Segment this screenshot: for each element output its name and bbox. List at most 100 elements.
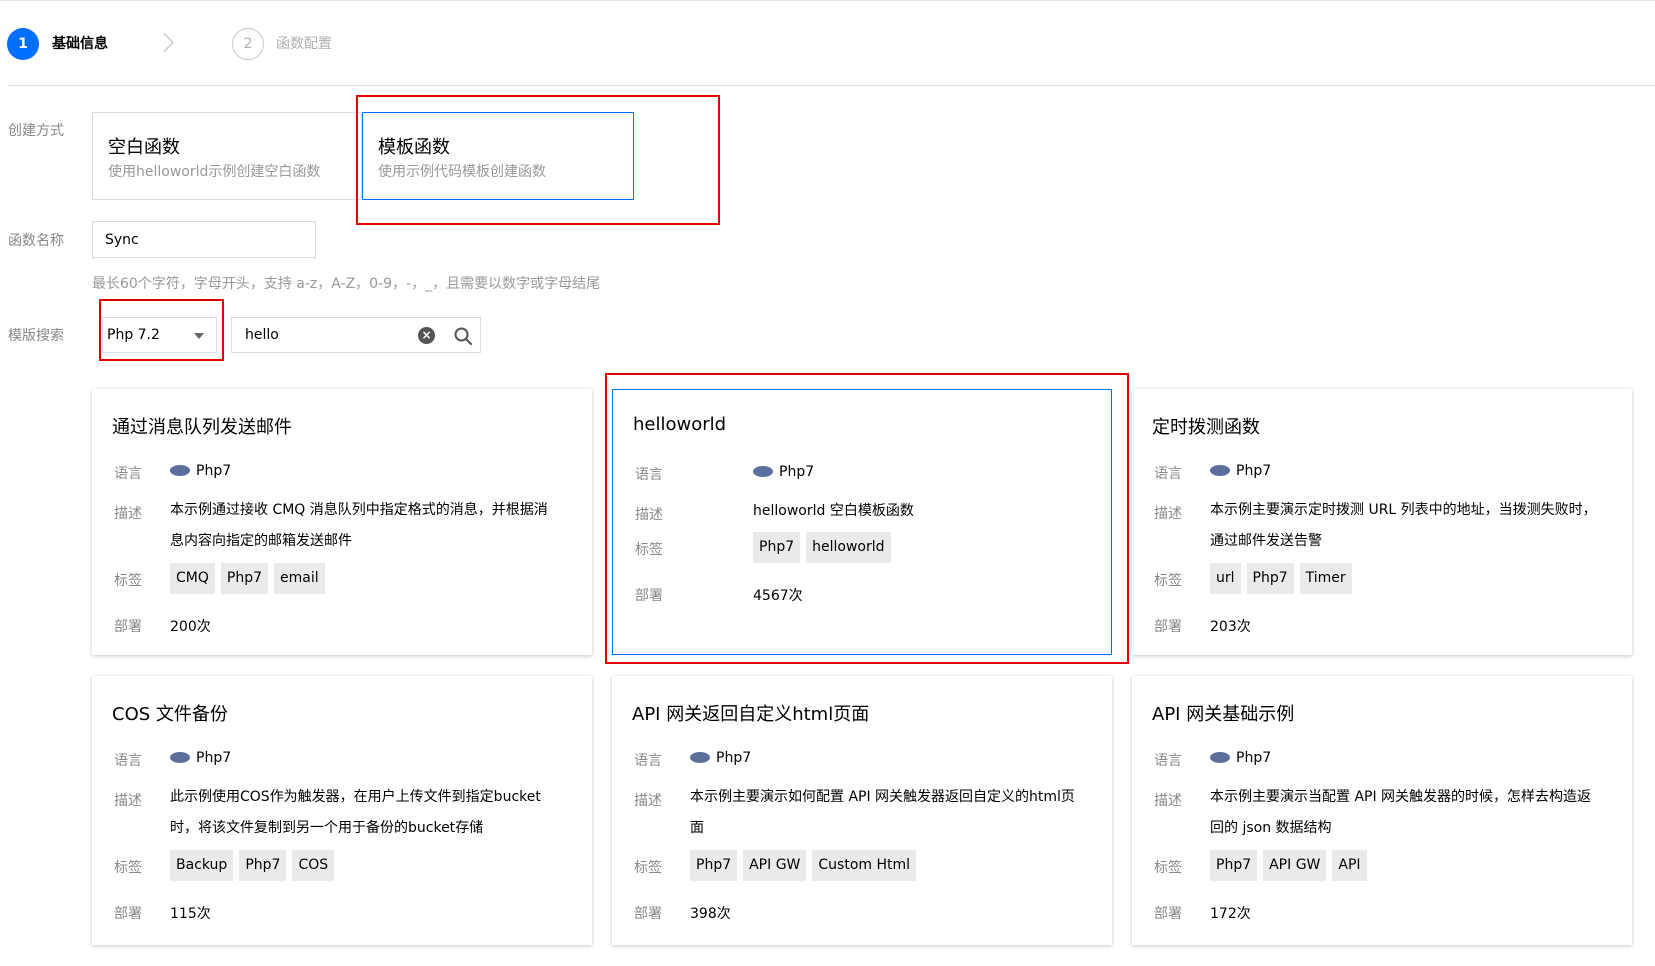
template-title: 定时拨测函数 bbox=[1152, 417, 1260, 438]
runtime-select[interactable]: Php 7.2 bbox=[102, 317, 217, 353]
deploys-label: 部署 bbox=[114, 906, 142, 922]
deploys-value: 203次 bbox=[1210, 619, 1251, 635]
deploys-value: 4567次 bbox=[753, 588, 803, 604]
description-value: helloworld 空白模板函数 bbox=[753, 503, 914, 519]
tags-label: 标签 bbox=[634, 860, 662, 876]
description-label: 描述 bbox=[114, 793, 142, 809]
tag: Php7 bbox=[753, 532, 801, 563]
language-label: 语言 bbox=[114, 466, 142, 482]
steps-divider bbox=[8, 85, 1655, 86]
language-value: Php7 bbox=[170, 463, 231, 479]
template-card[interactable]: 通过消息队列发送邮件 语言 Php7 描述 本示例通过接收 CMQ 消息队列中指定格式的… bbox=[92, 389, 592, 655]
description-label: 描述 bbox=[1154, 793, 1182, 809]
deploys-value: 172次 bbox=[1210, 906, 1251, 922]
function-name-label: 函数名称 bbox=[8, 233, 64, 249]
php-icon bbox=[690, 751, 710, 763]
language-value: Php7 bbox=[170, 750, 231, 766]
tag: Php7 bbox=[1210, 850, 1258, 881]
template-search-label: 模版搜索 bbox=[8, 328, 64, 344]
description-value: 本示例主要演示定时拨测 URL 列表中的地址，当拨测失败时，通过邮件发送告警 bbox=[1210, 502, 1597, 549]
language-text: Php7 bbox=[1236, 750, 1272, 766]
php-icon bbox=[170, 751, 190, 763]
deploys-value: 200次 bbox=[170, 619, 211, 635]
clear-icon[interactable]: × bbox=[418, 327, 435, 344]
template-search-box: × bbox=[231, 317, 481, 353]
language-value: Php7 bbox=[1210, 463, 1271, 479]
description-label: 描述 bbox=[634, 793, 662, 809]
deploys-label: 部署 bbox=[634, 906, 662, 922]
template-card[interactable]: 定时拨测函数 语言 Php7 描述 本示例主要演示定时拨测 URL 列表中的地址，当拨测… bbox=[1132, 389, 1632, 655]
blank-function-title: 空白函数 bbox=[108, 137, 180, 158]
tag: url bbox=[1210, 563, 1241, 594]
tags-label: 标签 bbox=[635, 542, 663, 558]
tag: Timer bbox=[1299, 563, 1352, 594]
template-title: API 网关返回自定义html页面 bbox=[632, 704, 870, 725]
description-value: 此示例使用COS作为触发器，在用户上传文件到指定bucket时，将该文件复制到另… bbox=[170, 789, 541, 836]
php-icon bbox=[170, 464, 190, 476]
tag: Backup bbox=[170, 850, 234, 881]
language-text: Php7 bbox=[779, 464, 815, 480]
tag: Php7 bbox=[690, 850, 738, 881]
description-value: 本示例主要演示如何配置 API 网关触发器返回自定义的html页面 bbox=[690, 789, 1075, 836]
template-title: API 网关基础示例 bbox=[1152, 704, 1295, 725]
tag: Php7 bbox=[239, 850, 287, 881]
php-icon bbox=[1210, 464, 1230, 476]
tag: helloworld bbox=[806, 532, 891, 563]
function-name-input[interactable] bbox=[92, 221, 316, 258]
step-2-indicator: 2 bbox=[232, 28, 264, 60]
template-function-option[interactable]: 模板函数 使用示例代码模板创建函数 bbox=[362, 112, 634, 200]
runtime-select-value: Php 7.2 bbox=[107, 327, 160, 343]
language-value: Php7 bbox=[753, 464, 814, 480]
top-border bbox=[0, 0, 1655, 1]
php-icon bbox=[753, 465, 773, 477]
php-icon bbox=[1210, 751, 1230, 763]
template-card[interactable]: API 网关基础示例语言 Php7 描述 本示例主要演示当配置 API 网关触发器的时… bbox=[1132, 676, 1632, 945]
step-2-label: 函数配置 bbox=[276, 36, 332, 52]
deploys-value: 115次 bbox=[170, 906, 211, 922]
deploys-value: 398次 bbox=[690, 906, 731, 922]
language-text: Php7 bbox=[1236, 463, 1272, 479]
function-name-hint: 最长60个字符，字母开头，支持 a-z，A-Z，0-9，-，_，且需要以数字或字… bbox=[92, 276, 601, 292]
language-label: 语言 bbox=[634, 753, 662, 769]
tag-list: Php7 helloworld bbox=[753, 532, 891, 563]
tag: CMQ bbox=[170, 563, 215, 594]
tags-label: 标签 bbox=[114, 573, 142, 589]
template-card[interactable]: COS 文件备份语言 Php7 描述 此示例使用COS作为触发器，在用户上传文件到指定… bbox=[92, 676, 592, 945]
language-label: 语言 bbox=[1154, 753, 1182, 769]
tags-label: 标签 bbox=[1154, 573, 1182, 589]
tag: Php7 bbox=[1246, 563, 1294, 594]
tag: API bbox=[1332, 850, 1367, 881]
template-card[interactable]: helloworld 语言 Php7 描述 helloworld 空白模板函数标签 Php… bbox=[612, 389, 1112, 655]
template-title: 通过消息队列发送邮件 bbox=[112, 417, 292, 438]
template-card[interactable]: API 网关返回自定义html页面语言 Php7 描述 本示例主要演示如何配置 API… bbox=[612, 676, 1112, 945]
template-function-title: 模板函数 bbox=[378, 137, 450, 158]
tag: email bbox=[273, 563, 325, 594]
description-value: 本示例通过接收 CMQ 消息队列中指定格式的消息，并根据消息内容向指定的邮箱发送… bbox=[170, 502, 548, 549]
blank-function-desc: 使用helloworld示例创建空白函数 bbox=[108, 164, 321, 180]
caret-down-icon bbox=[194, 333, 204, 339]
language-label: 语言 bbox=[1154, 466, 1182, 482]
language-value: Php7 bbox=[690, 750, 751, 766]
blank-function-option[interactable]: 空白函数 使用helloworld示例创建空白函数 bbox=[92, 112, 362, 200]
deploys-label: 部署 bbox=[1154, 906, 1182, 922]
creation-method-label: 创建方式 bbox=[8, 123, 64, 139]
tag-list: Backup Php7 COS bbox=[170, 850, 335, 881]
language-value: Php7 bbox=[1210, 750, 1271, 766]
search-icon[interactable] bbox=[453, 326, 473, 346]
description-value: 本示例主要演示当配置 API 网关触发器的时候，怎样去构造返回的 json 数据… bbox=[1210, 789, 1592, 836]
tag: API GW bbox=[1263, 850, 1327, 881]
template-search-input[interactable] bbox=[232, 318, 438, 352]
step-1-label: 基础信息 bbox=[52, 36, 108, 52]
tag: API GW bbox=[743, 850, 807, 881]
deploys-label: 部署 bbox=[1154, 619, 1182, 635]
template-title: helloworld bbox=[633, 414, 727, 435]
tag: COS bbox=[292, 850, 335, 881]
language-label: 语言 bbox=[114, 753, 142, 769]
chevron-right-icon bbox=[155, 33, 174, 52]
language-text: Php7 bbox=[196, 750, 232, 766]
description-label: 描述 bbox=[635, 507, 663, 523]
language-label: 语言 bbox=[635, 467, 663, 483]
template-title: COS 文件备份 bbox=[112, 704, 228, 725]
template-function-desc: 使用示例代码模板创建函数 bbox=[378, 164, 546, 180]
tag: Custom Html bbox=[812, 850, 917, 881]
